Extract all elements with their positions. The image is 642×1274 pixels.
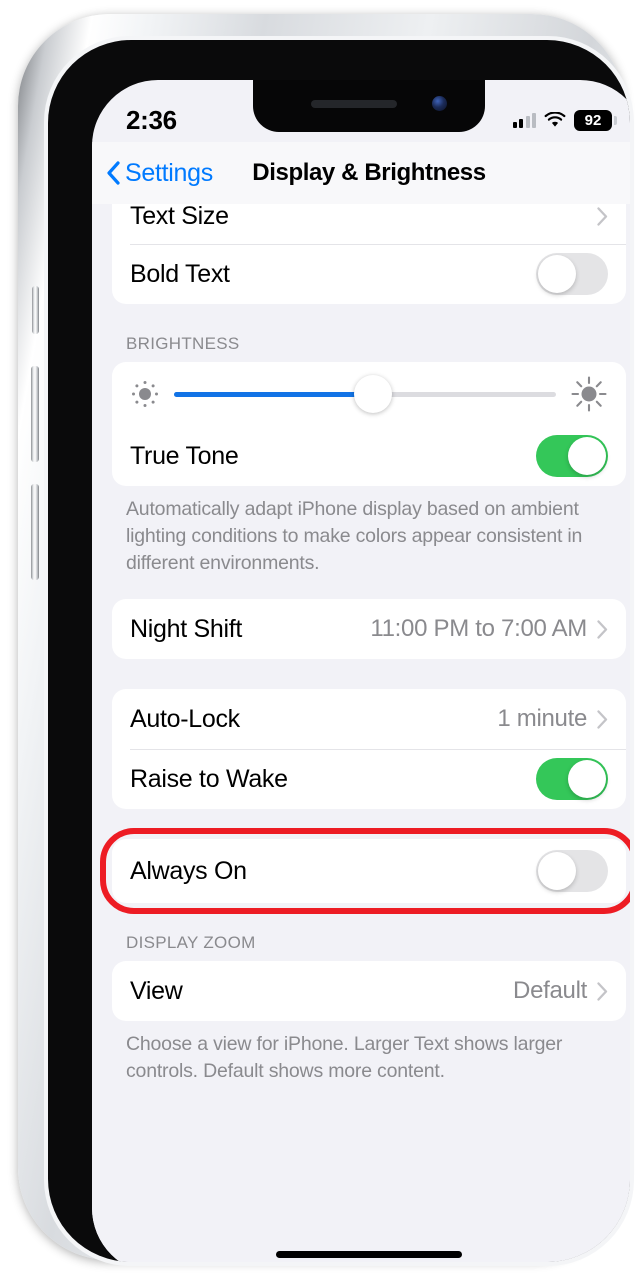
brightness-slider-row[interactable]: [112, 362, 626, 426]
brightness-slider-track[interactable]: [174, 375, 556, 413]
volume-down-button[interactable]: [31, 484, 39, 580]
phone-bezel: 2:36 92 Settings Display & Brightness Te…: [48, 40, 630, 1262]
settings-scroll-view[interactable]: Text Size Bold Text BRIGHTNESS True Tone…: [92, 204, 630, 1262]
display-zoom-section-footer: Choose a view for iPhone. Larger Text sh…: [126, 1033, 563, 1082]
cellular-signal-icon: [512, 112, 536, 128]
status-bar-indicators: 92: [512, 109, 617, 131]
row-bold-text[interactable]: Bold Text: [112, 244, 626, 304]
bold-text-toggle[interactable]: [536, 253, 608, 295]
row-true-tone[interactable]: True Tone: [112, 426, 626, 486]
chevron-right-icon: [597, 619, 608, 639]
row-label: Raise to Wake: [130, 764, 288, 793]
always-on-group: Always On: [112, 839, 626, 903]
true-tone-toggle[interactable]: [536, 435, 608, 477]
brightness-slider-fill: [174, 391, 373, 397]
notch: [253, 80, 485, 132]
display-zoom-section-header: DISPLAY ZOOM: [126, 933, 256, 952]
sun-small-icon: [132, 381, 158, 407]
battery-percent-label: 92: [584, 111, 602, 129]
earpiece-speaker-icon: [311, 100, 397, 108]
brightness-group: True Tone: [112, 362, 626, 486]
wifi-icon: [544, 112, 566, 127]
row-label: Auto-Lock: [130, 704, 240, 733]
front-camera-icon: [432, 96, 447, 111]
brightness-section-header: BRIGHTNESS: [126, 334, 240, 353]
chevron-right-icon: [597, 206, 608, 226]
raise-to-wake-toggle[interactable]: [536, 758, 608, 800]
status-bar-time: 2:36: [126, 105, 177, 135]
chevron-left-icon: [107, 161, 120, 185]
volume-up-button[interactable]: [31, 366, 39, 462]
display-zoom-group: View Default: [112, 961, 626, 1021]
night-shift-group: Night Shift 11:00 PM to 7:00 AM: [112, 599, 626, 659]
row-text-size[interactable]: Text Size: [112, 204, 626, 244]
row-label: Bold Text: [130, 259, 230, 288]
navigation-bar: Settings Display & Brightness: [92, 142, 630, 204]
phone-frame: 2:36 92 Settings Display & Brightness Te…: [18, 14, 634, 1266]
row-night-shift[interactable]: Night Shift 11:00 PM to 7:00 AM: [112, 599, 626, 659]
screenshot-stage: 2:36 92 Settings Display & Brightness Te…: [0, 0, 642, 1274]
back-button[interactable]: Settings: [106, 159, 213, 188]
text-settings-group: Text Size Bold Text: [112, 204, 626, 304]
toggle-knob: [538, 852, 576, 890]
row-label: Night Shift: [130, 614, 243, 643]
toggle-knob: [538, 255, 576, 293]
toggle-knob: [568, 437, 606, 475]
row-label: View: [130, 976, 183, 1005]
always-on-group-wrapper: Always On: [92, 828, 630, 914]
row-value: 11:00 PM to 7:00 AM: [370, 615, 587, 642]
brightness-section-footer: Automatically adapt iPhone display based…: [126, 498, 583, 574]
chevron-right-icon: [597, 709, 608, 729]
row-label: Text Size: [130, 204, 229, 230]
row-label: Always On: [130, 856, 247, 885]
mute-switch-button[interactable]: [32, 286, 39, 334]
phone-screen: 2:36 92 Settings Display & Brightness Te…: [92, 80, 630, 1262]
page-title: Display & Brightness: [252, 159, 486, 186]
back-button-label: Settings: [125, 158, 213, 187]
row-label: True Tone: [130, 441, 239, 470]
home-indicator[interactable]: [276, 1251, 462, 1258]
lock-group: Auto-Lock 1 minute Raise to Wake: [112, 689, 626, 809]
row-raise-to-wake[interactable]: Raise to Wake: [112, 749, 626, 809]
chevron-right-icon: [597, 981, 608, 1001]
sun-large-icon: [571, 376, 607, 412]
row-value: Default: [513, 977, 587, 1004]
always-on-toggle[interactable]: [536, 850, 608, 892]
row-always-on[interactable]: Always On: [112, 839, 626, 903]
battery-icon: 92: [574, 109, 617, 131]
row-view[interactable]: View Default: [112, 961, 626, 1021]
row-value: 1 minute: [497, 705, 587, 732]
toggle-knob: [568, 760, 606, 798]
row-auto-lock[interactable]: Auto-Lock 1 minute: [112, 689, 626, 749]
brightness-slider-knob[interactable]: [353, 375, 392, 413]
